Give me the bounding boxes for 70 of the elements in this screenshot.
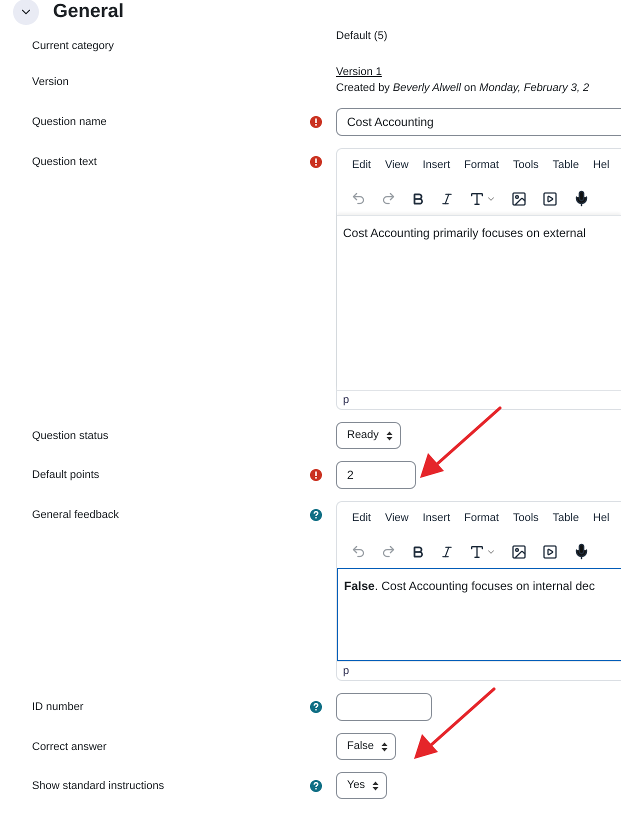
editor-content[interactable]: False. Cost Accounting focuses on internal dec [337,568,621,661]
font-size-icon [469,190,485,206]
field-label: Version [32,75,69,90]
microphone-icon[interactable] [573,190,590,207]
menu-item[interactable]: Table [552,157,579,173]
menu-item[interactable]: Tools [512,510,539,526]
menu-item[interactable]: Insert [422,157,450,173]
bold-icon[interactable] [411,192,425,206]
bold-icon[interactable] [411,544,425,558]
field-label: Show standard instructions [32,779,164,794]
field-label: Question text [32,155,97,170]
field-text: 2 [347,467,354,484]
font-size-control[interactable] [469,544,496,560]
field-text: Cost Accounting [347,114,434,131]
media-icon[interactable] [542,544,558,560]
editor-text: False. Cost Accounting focuses on internal dec [344,579,595,593]
field-label: Question status [32,429,108,444]
editor-content[interactable]: Cost Accounting primarily focuses on external [337,215,621,390]
menu-item[interactable]: Edit [352,510,371,526]
menu-item[interactable]: Insert [422,510,450,526]
menu-item[interactable]: Hel [592,157,610,173]
menu-item[interactable]: Format [464,157,499,173]
menu-item[interactable]: View [384,510,409,526]
sort-icon [386,430,393,440]
field-label: General feedback [32,508,119,523]
help-icon[interactable] [310,509,322,521]
undo-icon[interactable] [351,544,366,559]
version-link[interactable]: Version 1 [336,64,382,80]
redo-icon[interactable] [381,191,396,206]
select-dropdown[interactable]: Ready [336,422,401,449]
italic-icon[interactable] [440,544,454,558]
text-field[interactable]: 2 [336,461,416,489]
collapse-toggle[interactable] [13,0,39,25]
field-label: ID number [32,700,84,715]
undo-icon[interactable] [351,191,366,206]
italic-icon[interactable] [440,192,454,206]
text-field[interactable]: Cost Accounting [336,108,621,136]
select-value: Yes [347,778,365,794]
menu-item[interactable]: Format [464,510,499,526]
select-dropdown[interactable]: Yes [336,772,387,799]
menu-item[interactable]: View [384,157,409,173]
menu-item[interactable]: Tools [512,157,539,173]
section-title: General [53,0,124,24]
field-label: Default points [32,468,100,483]
element-path[interactable]: p [343,394,350,406]
image-icon[interactable] [511,190,527,206]
sort-icon [372,780,379,790]
help-icon[interactable] [310,780,322,792]
microphone-icon[interactable] [573,543,590,560]
font-size-control[interactable] [469,190,496,206]
menu-item[interactable]: Table [552,510,579,526]
font-size-icon [469,544,485,560]
select-value: Ready [347,428,379,444]
redo-icon[interactable] [381,544,396,559]
field-label: Correct answer [32,740,107,755]
menu-item[interactable]: Edit [352,157,371,173]
menu-item[interactable]: Hel [592,510,610,526]
help-icon[interactable] [310,701,322,713]
select-dropdown[interactable]: False [336,733,396,760]
sort-icon [380,742,388,752]
media-icon[interactable] [542,190,558,206]
image-icon[interactable] [511,544,527,560]
element-path[interactable]: p [343,666,350,676]
text-field[interactable] [336,693,432,721]
select-value: False [347,739,374,754]
created-by-text: Created by Beverly Alwell on Monday, February 3, 2 [336,81,590,96]
field-label: Current category [32,39,114,54]
field-value: Default (5) [336,29,388,44]
field-label: Question name [32,115,107,130]
editor-text: Cost Accounting primarily focuses on external [343,226,586,240]
